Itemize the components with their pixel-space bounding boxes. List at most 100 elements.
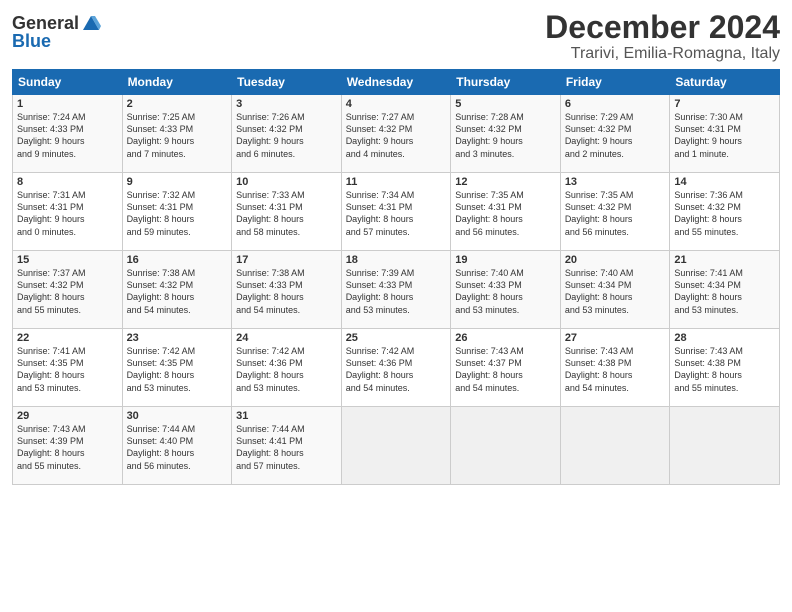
day-number: 7 [674,98,775,110]
weekday-header-saturday: Saturday [670,70,780,95]
weekday-header-friday: Friday [560,70,670,95]
calendar-cell: 30Sunrise: 7:44 AM Sunset: 4:40 PM Dayli… [122,407,232,485]
day-number: 21 [674,254,775,266]
cell-info: Sunrise: 7:42 AM Sunset: 4:35 PM Dayligh… [127,345,228,394]
day-number: 8 [17,176,118,188]
day-number: 30 [127,410,228,422]
cell-info: Sunrise: 7:24 AM Sunset: 4:33 PM Dayligh… [17,111,118,160]
calendar-cell: 5Sunrise: 7:28 AM Sunset: 4:32 PM Daylig… [451,95,561,173]
logo-general-text: General [12,14,79,32]
calendar-cell [560,407,670,485]
cell-info: Sunrise: 7:42 AM Sunset: 4:36 PM Dayligh… [236,345,337,394]
cell-info: Sunrise: 7:38 AM Sunset: 4:33 PM Dayligh… [236,267,337,316]
week-row-5: 29Sunrise: 7:43 AM Sunset: 4:39 PM Dayli… [13,407,780,485]
weekday-header-row: SundayMondayTuesdayWednesdayThursdayFrid… [13,70,780,95]
day-number: 25 [346,332,447,344]
day-number: 17 [236,254,337,266]
cell-info: Sunrise: 7:30 AM Sunset: 4:31 PM Dayligh… [674,111,775,160]
calendar-cell: 29Sunrise: 7:43 AM Sunset: 4:39 PM Dayli… [13,407,123,485]
calendar-cell: 21Sunrise: 7:41 AM Sunset: 4:34 PM Dayli… [670,251,780,329]
day-number: 20 [565,254,666,266]
weekday-header-monday: Monday [122,70,232,95]
calendar-cell: 11Sunrise: 7:34 AM Sunset: 4:31 PM Dayli… [341,173,451,251]
weekday-header-thursday: Thursday [451,70,561,95]
calendar-cell: 22Sunrise: 7:41 AM Sunset: 4:35 PM Dayli… [13,329,123,407]
calendar-cell: 27Sunrise: 7:43 AM Sunset: 4:38 PM Dayli… [560,329,670,407]
calendar-cell: 12Sunrise: 7:35 AM Sunset: 4:31 PM Dayli… [451,173,561,251]
month-title: December 2024 [545,10,780,45]
calendar-cell: 2Sunrise: 7:25 AM Sunset: 4:33 PM Daylig… [122,95,232,173]
day-number: 23 [127,332,228,344]
week-row-2: 8Sunrise: 7:31 AM Sunset: 4:31 PM Daylig… [13,173,780,251]
day-number: 13 [565,176,666,188]
cell-info: Sunrise: 7:44 AM Sunset: 4:41 PM Dayligh… [236,423,337,472]
logo: General Blue [12,14,101,50]
cell-info: Sunrise: 7:36 AM Sunset: 4:32 PM Dayligh… [674,189,775,238]
day-number: 15 [17,254,118,266]
calendar-cell: 20Sunrise: 7:40 AM Sunset: 4:34 PM Dayli… [560,251,670,329]
day-number: 6 [565,98,666,110]
cell-info: Sunrise: 7:40 AM Sunset: 4:33 PM Dayligh… [455,267,556,316]
day-number: 29 [17,410,118,422]
day-number: 3 [236,98,337,110]
cell-info: Sunrise: 7:25 AM Sunset: 4:33 PM Dayligh… [127,111,228,160]
day-number: 16 [127,254,228,266]
calendar-cell: 7Sunrise: 7:30 AM Sunset: 4:31 PM Daylig… [670,95,780,173]
day-number: 9 [127,176,228,188]
cell-info: Sunrise: 7:41 AM Sunset: 4:35 PM Dayligh… [17,345,118,394]
day-number: 5 [455,98,556,110]
calendar-cell: 1Sunrise: 7:24 AM Sunset: 4:33 PM Daylig… [13,95,123,173]
cell-info: Sunrise: 7:42 AM Sunset: 4:36 PM Dayligh… [346,345,447,394]
cell-info: Sunrise: 7:38 AM Sunset: 4:32 PM Dayligh… [127,267,228,316]
weekday-header-wednesday: Wednesday [341,70,451,95]
day-number: 4 [346,98,447,110]
cell-info: Sunrise: 7:39 AM Sunset: 4:33 PM Dayligh… [346,267,447,316]
header-row: General Blue December 2024 Trarivi, Emil… [12,10,780,63]
cell-info: Sunrise: 7:35 AM Sunset: 4:32 PM Dayligh… [565,189,666,238]
day-number: 28 [674,332,775,344]
calendar-cell: 4Sunrise: 7:27 AM Sunset: 4:32 PM Daylig… [341,95,451,173]
weekday-header-tuesday: Tuesday [232,70,342,95]
week-row-1: 1Sunrise: 7:24 AM Sunset: 4:33 PM Daylig… [13,95,780,173]
calendar-cell: 3Sunrise: 7:26 AM Sunset: 4:32 PM Daylig… [232,95,342,173]
cell-info: Sunrise: 7:43 AM Sunset: 4:37 PM Dayligh… [455,345,556,394]
cell-info: Sunrise: 7:33 AM Sunset: 4:31 PM Dayligh… [236,189,337,238]
page-container: General Blue December 2024 Trarivi, Emil… [0,0,792,493]
cell-info: Sunrise: 7:41 AM Sunset: 4:34 PM Dayligh… [674,267,775,316]
calendar-cell: 18Sunrise: 7:39 AM Sunset: 4:33 PM Dayli… [341,251,451,329]
cell-info: Sunrise: 7:34 AM Sunset: 4:31 PM Dayligh… [346,189,447,238]
cell-info: Sunrise: 7:35 AM Sunset: 4:31 PM Dayligh… [455,189,556,238]
week-row-3: 15Sunrise: 7:37 AM Sunset: 4:32 PM Dayli… [13,251,780,329]
day-number: 18 [346,254,447,266]
day-number: 22 [17,332,118,344]
day-number: 19 [455,254,556,266]
calendar-cell [451,407,561,485]
calendar-cell: 16Sunrise: 7:38 AM Sunset: 4:32 PM Dayli… [122,251,232,329]
title-area: December 2024 Trarivi, Emilia-Romagna, I… [545,10,780,63]
day-number: 2 [127,98,228,110]
calendar-cell: 24Sunrise: 7:42 AM Sunset: 4:36 PM Dayli… [232,329,342,407]
cell-info: Sunrise: 7:29 AM Sunset: 4:32 PM Dayligh… [565,111,666,160]
calendar-cell: 23Sunrise: 7:42 AM Sunset: 4:35 PM Dayli… [122,329,232,407]
cell-info: Sunrise: 7:28 AM Sunset: 4:32 PM Dayligh… [455,111,556,160]
cell-info: Sunrise: 7:27 AM Sunset: 4:32 PM Dayligh… [346,111,447,160]
calendar-cell [341,407,451,485]
cell-info: Sunrise: 7:31 AM Sunset: 4:31 PM Dayligh… [17,189,118,238]
day-number: 11 [346,176,447,188]
calendar-cell: 28Sunrise: 7:43 AM Sunset: 4:38 PM Dayli… [670,329,780,407]
day-number: 31 [236,410,337,422]
calendar-cell: 17Sunrise: 7:38 AM Sunset: 4:33 PM Dayli… [232,251,342,329]
day-number: 12 [455,176,556,188]
calendar-cell: 31Sunrise: 7:44 AM Sunset: 4:41 PM Dayli… [232,407,342,485]
cell-info: Sunrise: 7:37 AM Sunset: 4:32 PM Dayligh… [17,267,118,316]
day-number: 14 [674,176,775,188]
calendar-cell: 10Sunrise: 7:33 AM Sunset: 4:31 PM Dayli… [232,173,342,251]
cell-info: Sunrise: 7:44 AM Sunset: 4:40 PM Dayligh… [127,423,228,472]
cell-info: Sunrise: 7:43 AM Sunset: 4:38 PM Dayligh… [565,345,666,394]
week-row-4: 22Sunrise: 7:41 AM Sunset: 4:35 PM Dayli… [13,329,780,407]
cell-info: Sunrise: 7:32 AM Sunset: 4:31 PM Dayligh… [127,189,228,238]
day-number: 10 [236,176,337,188]
calendar-cell: 9Sunrise: 7:32 AM Sunset: 4:31 PM Daylig… [122,173,232,251]
calendar-cell: 15Sunrise: 7:37 AM Sunset: 4:32 PM Dayli… [13,251,123,329]
logo-blue-text: Blue [12,32,51,50]
